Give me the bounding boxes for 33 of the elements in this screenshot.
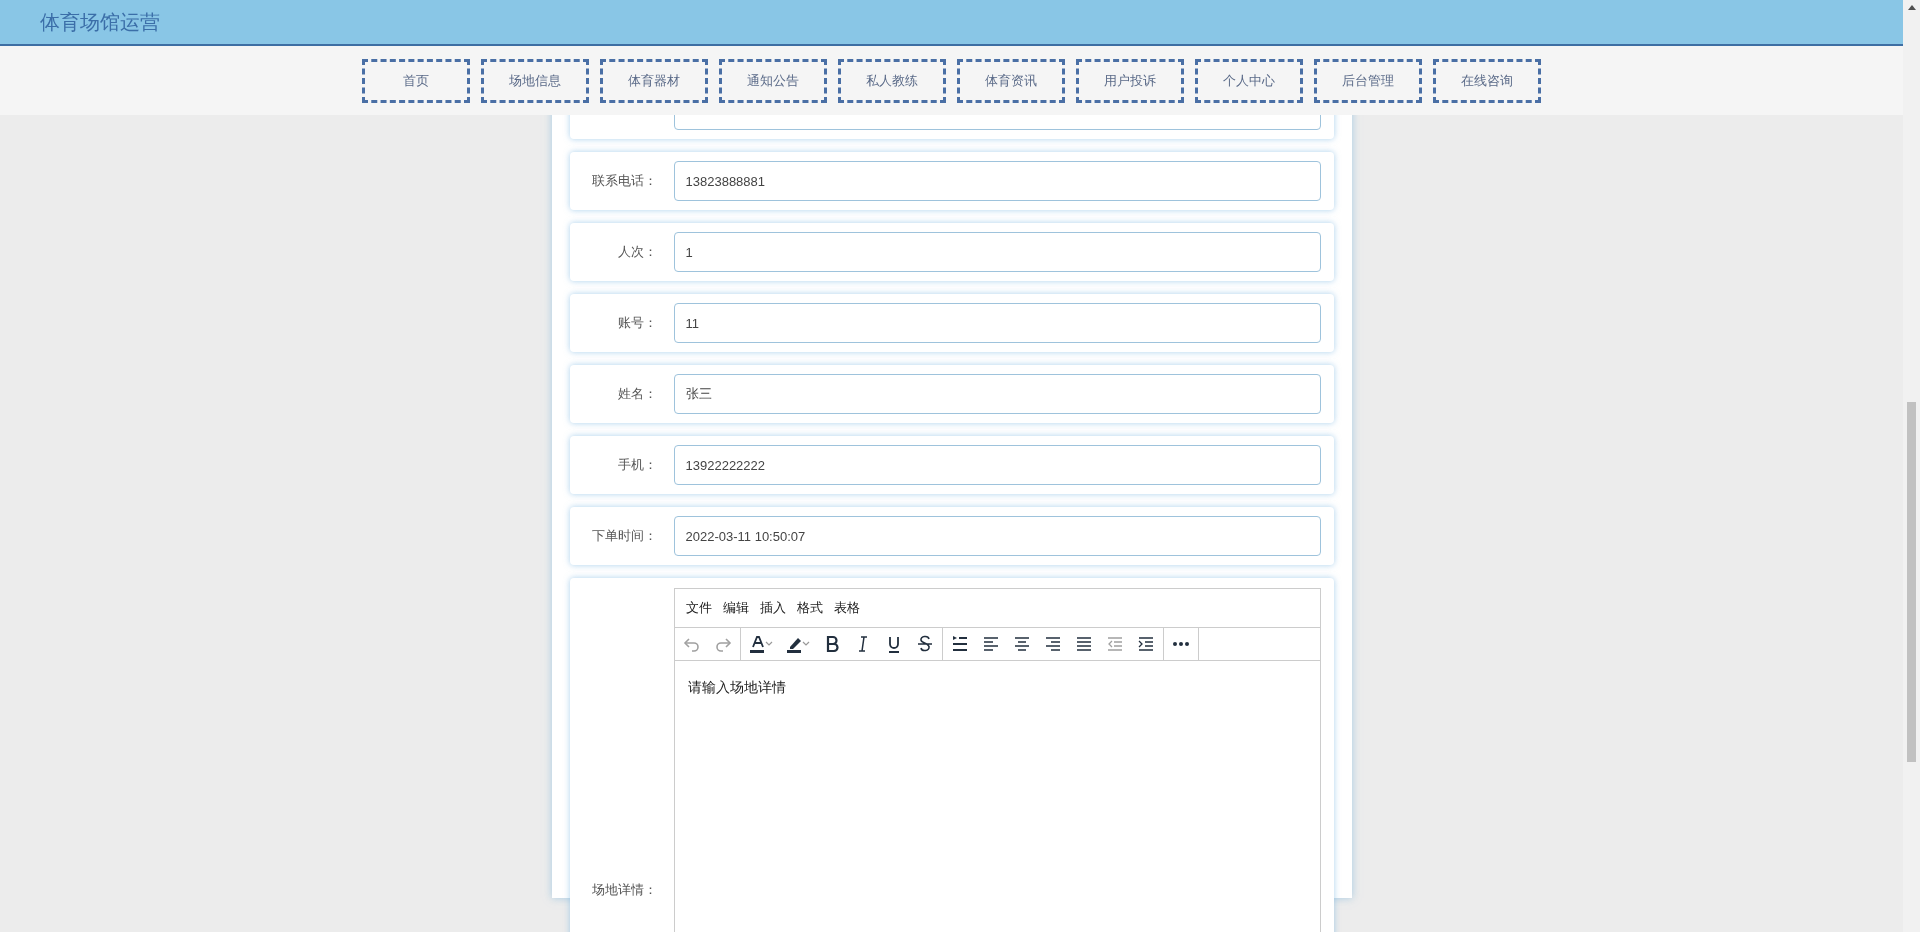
field-label: 场地详情： [590, 881, 657, 900]
input-field[interactable]: 2022-03-11 10:50:07 [673, 516, 1321, 556]
nav-button[interactable]: 用户投诉 [1076, 58, 1184, 103]
input-field[interactable]: 13823888881 [673, 161, 1321, 201]
input-field[interactable]: 1 [673, 232, 1321, 272]
field-label: 下单时间： [590, 527, 657, 546]
nav-button[interactable]: 通知公告 [719, 58, 827, 103]
editor-text: 请输入场地详情 [687, 678, 787, 697]
site-title: 体育场馆运营 [40, 10, 160, 35]
menu-item[interactable]: 编辑 [717, 594, 754, 622]
nav-button[interactable]: 私人教练 [838, 58, 946, 103]
menu-item[interactable]: 格式 [791, 594, 828, 622]
scroll-up-icon[interactable] [1907, 5, 1916, 10]
nav-button[interactable]: 体育资讯 [957, 58, 1065, 103]
nav-button[interactable]: 后台管理 [1314, 58, 1422, 103]
nav-button[interactable]: 在线咨询 [1433, 58, 1541, 103]
menu-item[interactable]: 文件 [680, 594, 717, 622]
nav-button[interactable]: 场地信息 [481, 58, 589, 103]
field-label: 手机： [616, 456, 657, 475]
input-field[interactable]: 11 [673, 303, 1321, 343]
scroll-thumb[interactable] [1907, 402, 1916, 762]
menu-item[interactable]: 表格 [828, 594, 865, 622]
nav-button[interactable]: 体育器材 [600, 58, 708, 103]
input-field[interactable]: 张三 [673, 374, 1321, 414]
input-field[interactable]: 13922222222 [673, 445, 1321, 485]
scrollbar[interactable] [1903, 0, 1920, 932]
field-label: 联系电话： [590, 172, 657, 191]
nav-button[interactable]: 首页 [362, 58, 470, 103]
nav-button[interactable]: 个人中心 [1195, 58, 1303, 103]
menu-item[interactable]: 插入 [754, 594, 791, 622]
field-label: 账号： [616, 314, 657, 333]
field-label: 姓名： [616, 385, 657, 404]
field-label: 人次： [616, 243, 657, 262]
